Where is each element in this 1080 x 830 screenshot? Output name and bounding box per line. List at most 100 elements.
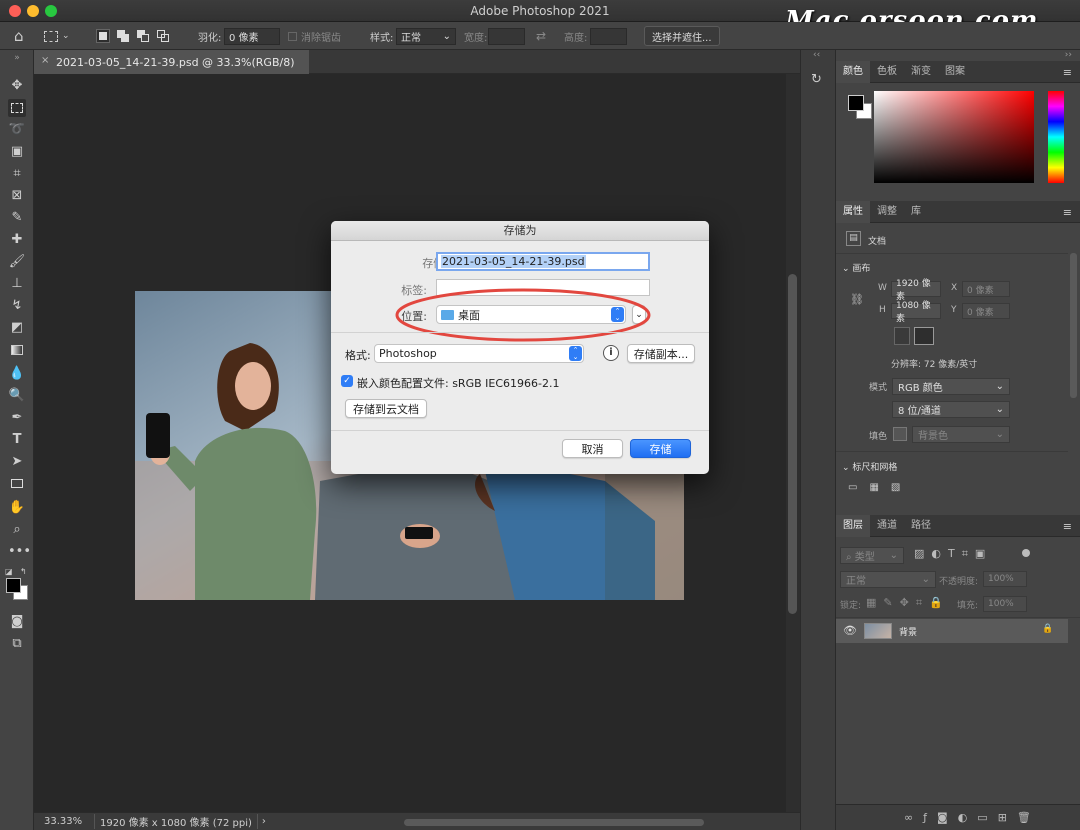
landscape-orientation-icon[interactable] xyxy=(914,327,934,345)
chevron-right-icon[interactable]: › xyxy=(262,816,266,827)
foreground-color-swatch[interactable] xyxy=(848,95,864,111)
panel-menu-icon[interactable]: ≡ xyxy=(1063,520,1072,533)
tab-channels[interactable]: 通道 xyxy=(870,515,904,537)
panel-menu-icon[interactable]: ≡ xyxy=(1063,206,1072,219)
more-tools-icon[interactable]: ••• xyxy=(8,543,31,561)
layer-action-icons[interactable]: ∞ƒ◙◐▭⊞🗑 xyxy=(904,811,1041,824)
ruler-grid-icons[interactable]: ▭▦▧ xyxy=(848,482,912,493)
properties-scrollbar-thumb[interactable] xyxy=(1070,253,1077,398)
collapse-panels-icon[interactable]: ›› xyxy=(1065,50,1072,60)
embed-profile-checkbox[interactable]: ✓ xyxy=(341,375,353,387)
zoom-tool-icon[interactable]: ⌕ xyxy=(8,521,26,539)
height-input[interactable] xyxy=(590,27,627,45)
lasso-tool-icon[interactable]: ➰ xyxy=(8,121,26,139)
frame-tool-icon[interactable]: ⊠ xyxy=(8,187,26,205)
tab-color[interactable]: 颜色 xyxy=(836,61,870,83)
tab-libraries[interactable]: 库 xyxy=(904,201,928,223)
save-button[interactable]: 存储 xyxy=(630,439,691,458)
clone-stamp-tool-icon[interactable]: ⊥ xyxy=(8,275,26,293)
tab-patterns[interactable]: 图案 xyxy=(938,61,972,83)
eyedropper-tool-icon[interactable]: ✎ xyxy=(8,209,26,227)
style-select[interactable]: 正常 ⌄ xyxy=(396,27,456,45)
new-selection-icon[interactable] xyxy=(96,29,110,43)
hand-tool-icon[interactable]: ✋ xyxy=(8,499,26,517)
type-tool-icon[interactable]: T xyxy=(8,431,26,449)
gradient-tool-icon[interactable] xyxy=(8,341,26,359)
cancel-button[interactable]: 取消 xyxy=(562,439,623,458)
link-dimensions-icon[interactable]: ⛓ xyxy=(850,293,864,306)
lock-icons[interactable]: ▦✎✥⌗🔒 xyxy=(866,596,950,610)
subtract-selection-icon[interactable] xyxy=(136,29,150,43)
rectangle-tool-icon[interactable] xyxy=(8,475,26,493)
vertical-scrollbar[interactable] xyxy=(786,74,800,812)
move-tool-icon[interactable]: ✥ xyxy=(8,77,26,95)
hue-slider[interactable] xyxy=(1048,91,1064,183)
canvas-y-input[interactable]: 0 像素 xyxy=(962,303,1010,319)
swap-dimensions-icon[interactable]: ⇄ xyxy=(536,22,546,50)
history-brush-tool-icon[interactable]: ↯ xyxy=(8,297,26,315)
tab-gradients[interactable]: 渐变 xyxy=(904,61,938,83)
filename-input[interactable]: 2021-03-05_14-21-39.psd xyxy=(436,252,650,271)
brush-tool-icon[interactable]: 🖌 xyxy=(8,253,26,271)
canvas-width-input[interactable]: 1920 像素 xyxy=(891,279,941,302)
crop-tool-icon[interactable]: ⌗ xyxy=(8,165,26,183)
tab-paths[interactable]: 路径 xyxy=(904,515,938,537)
panel-menu-icon[interactable]: ≡ xyxy=(1063,66,1072,79)
tool-preset-picker[interactable]: ⌄ xyxy=(44,22,70,50)
default-colors-icon[interactable]: ◪ xyxy=(5,567,13,576)
bit-depth-select[interactable]: 8 位/通道 ⌄ xyxy=(892,401,1010,418)
layer-filter-select[interactable]: ⌕ 类型 ⌄ xyxy=(840,547,904,564)
select-and-mask-button[interactable]: 选择并遮住... xyxy=(644,26,720,46)
rulers-section-toggle[interactable]: ⌄ 标尺和网格 xyxy=(842,460,897,473)
tab-adjustments[interactable]: 调整 xyxy=(870,201,904,223)
dodge-tool-icon[interactable]: 🔍 xyxy=(8,387,26,405)
horizontal-scrollbar-thumb[interactable] xyxy=(404,819,704,826)
fill-opacity-input[interactable]: 100% xyxy=(983,596,1027,612)
save-to-cloud-button[interactable]: 存储到云文档 xyxy=(345,399,427,418)
rectangular-marquee-tool-icon[interactable] xyxy=(8,99,26,117)
save-copy-button[interactable]: 存储副本... xyxy=(627,344,695,363)
canvas-section-toggle[interactable]: ⌄ 画布 xyxy=(842,261,870,274)
fill-select[interactable]: 背景色 ⌄ xyxy=(912,426,1010,443)
foreground-color-swatch[interactable] xyxy=(6,578,21,593)
tab-properties[interactable]: 属性 xyxy=(836,201,870,223)
fill-color-swatch[interactable] xyxy=(893,427,907,441)
swap-colors-icon[interactable]: ↰ xyxy=(20,567,27,576)
tab-swatches[interactable]: 色板 xyxy=(870,61,904,83)
collapse-strip-icon[interactable]: ‹‹ xyxy=(813,50,820,60)
pen-tool-icon[interactable]: ✒ xyxy=(8,409,26,427)
portrait-orientation-icon[interactable] xyxy=(894,327,910,345)
width-input[interactable] xyxy=(488,27,525,45)
object-selection-tool-icon[interactable]: ▣ xyxy=(8,143,26,161)
layer-filter-icons[interactable]: ▨◐T⌗▣ xyxy=(914,547,992,561)
canvas-height-input[interactable]: 1080 像素 xyxy=(891,301,941,324)
eye-icon[interactable]: 👁 xyxy=(843,624,857,637)
scrollbar-thumb[interactable] xyxy=(788,274,797,614)
layer-row[interactable]: 👁 背景 🔒 xyxy=(836,619,1068,643)
quick-mask-icon[interactable]: ◙ xyxy=(8,613,26,631)
blend-mode-select[interactable]: 正常 ⌄ xyxy=(840,571,936,588)
opacity-input[interactable]: 100% xyxy=(983,571,1027,587)
canvas-x-input[interactable]: 0 像素 xyxy=(962,281,1010,297)
history-panel-icon[interactable]: ↻ xyxy=(811,72,822,87)
eraser-tool-icon[interactable]: ◩ xyxy=(8,319,26,337)
home-icon[interactable]: ⌂ xyxy=(14,22,36,50)
tab-layers[interactable]: 图层 xyxy=(836,515,870,537)
color-field[interactable] xyxy=(874,91,1034,183)
close-tab-icon[interactable]: × xyxy=(41,55,49,66)
zoom-level[interactable]: 33.33% xyxy=(44,816,88,827)
format-select[interactable]: Photoshop ⌃ ⌄ xyxy=(374,344,584,363)
intersect-selection-icon[interactable] xyxy=(156,29,170,43)
blur-tool-icon[interactable]: 💧 xyxy=(8,365,26,383)
antialias-checkbox[interactable]: 消除锯齿 xyxy=(288,22,341,50)
screen-mode-icon[interactable]: ⧉ xyxy=(8,635,26,653)
info-icon[interactable]: i xyxy=(603,345,619,361)
feather-input[interactable]: 0 像素 xyxy=(224,27,280,45)
color-mode-select[interactable]: RGB 颜色 ⌄ xyxy=(892,378,1010,395)
path-selection-tool-icon[interactable]: ➤ xyxy=(8,453,26,471)
add-selection-icon[interactable] xyxy=(116,29,130,43)
collapse-toolbar-icon[interactable]: » xyxy=(8,49,26,67)
document-tab[interactable]: × 2021-03-05_14-21-39.psd @ 33.3%(RGB/8) xyxy=(34,50,309,74)
healing-brush-tool-icon[interactable]: ✚ xyxy=(8,231,26,249)
filter-toggle-icon[interactable] xyxy=(1022,549,1030,557)
